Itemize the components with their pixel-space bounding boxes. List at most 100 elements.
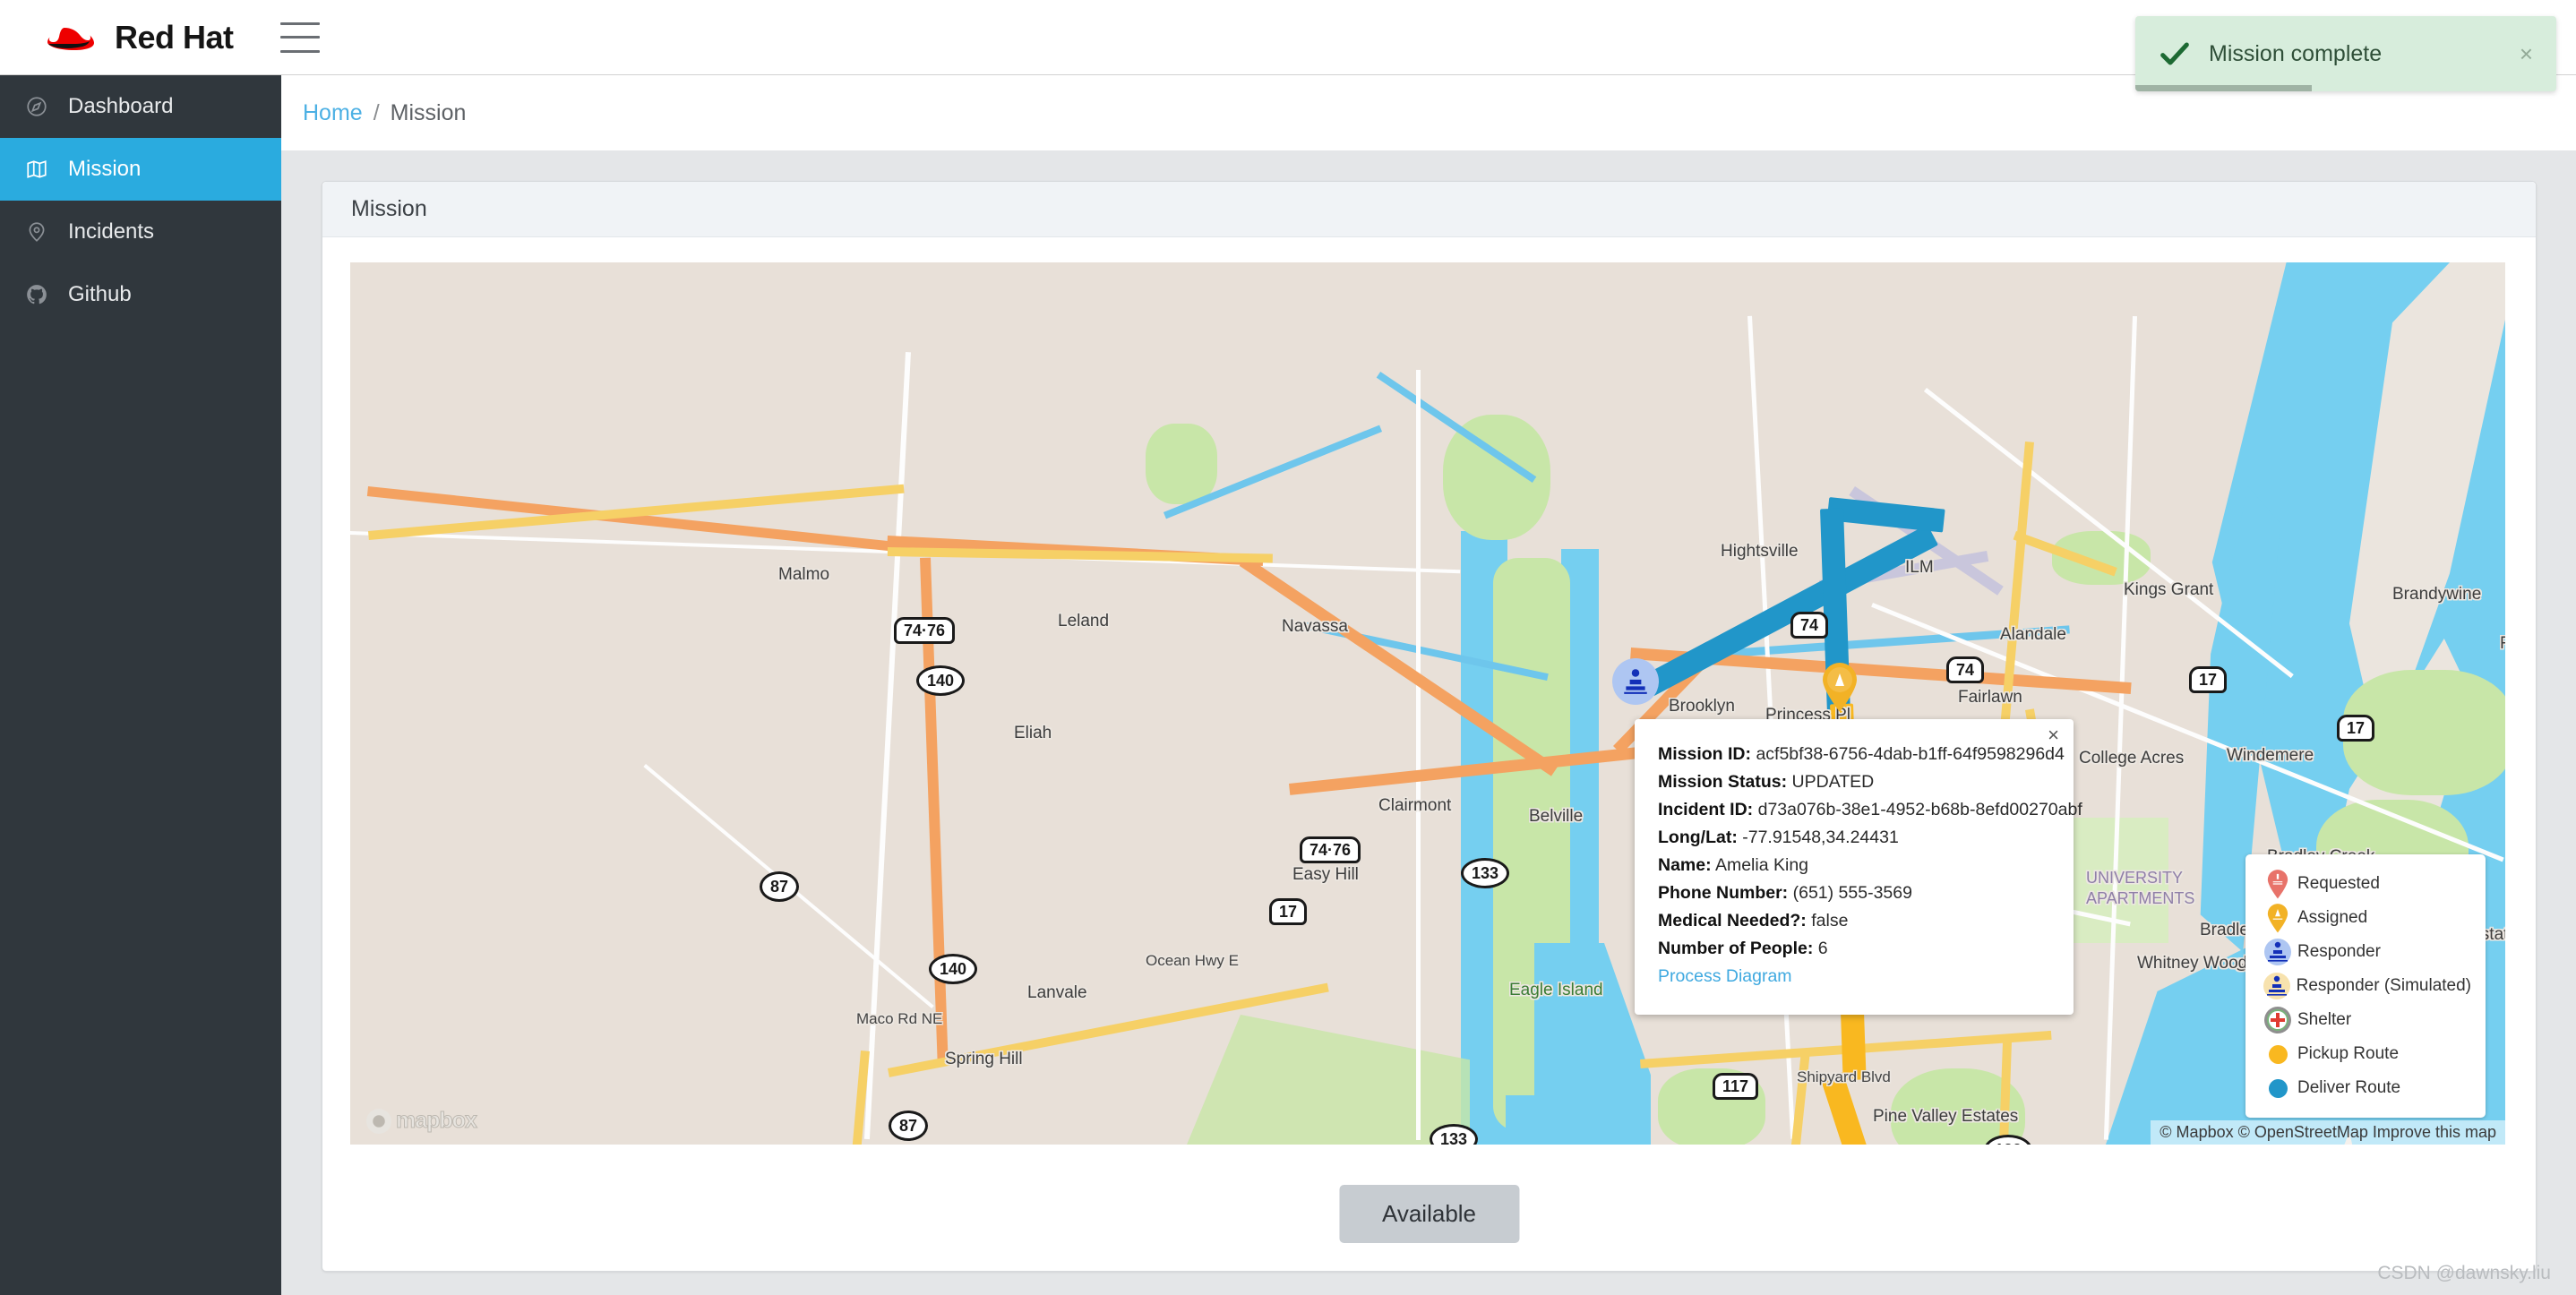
- map-marker-responder[interactable]: [1612, 658, 1659, 705]
- sidebar-item-label: Mission: [68, 157, 142, 181]
- sidebar-item-incidents[interactable]: Incidents: [0, 201, 281, 263]
- breadcrumb-home-link[interactable]: Home: [303, 100, 363, 126]
- map-place-label: College Acres: [2079, 749, 2185, 768]
- check-icon: [2157, 36, 2193, 72]
- map-place-label: Pine Valley Estates: [1873, 1107, 2019, 1126]
- map-river-wide: [1534, 943, 1651, 1145]
- popup-row-value: 6: [1817, 939, 1828, 958]
- popup-row: Medical Needed?: false: [1658, 907, 2050, 935]
- hamburger-menu-icon[interactable]: [279, 21, 320, 53]
- toast-notification: Mission complete ×: [2135, 16, 2556, 91]
- map-place-label: APARTMENTS: [2086, 889, 2195, 907]
- legend-item-assigned: Assigned: [2258, 901, 2471, 935]
- brand-logo[interactable]: Red Hat: [41, 19, 234, 56]
- popup-row: Number of People: 6: [1658, 935, 2050, 963]
- legend-item-responder: Responder: [2258, 935, 2471, 969]
- legend-item-label: Requested: [2297, 874, 2380, 893]
- map-place-label: Malmo: [778, 565, 830, 584]
- github-icon: [25, 283, 63, 306]
- popup-row: Mission Status: UPDATED: [1658, 768, 2050, 796]
- map-green-8: [1183, 1015, 1470, 1145]
- deliver-route-dot-icon: [2258, 1078, 2297, 1098]
- map-road: [1416, 370, 1421, 1140]
- map-place-label: Whitney Woods: [2137, 954, 2256, 973]
- legend-item-label: Shelter: [2297, 1010, 2352, 1029]
- popup-row: Phone Number: (651) 555-3569: [1658, 879, 2050, 907]
- popup-row-value: Amelia King: [1714, 855, 1809, 875]
- mission-detail-popup[interactable]: × Mission ID: acf5bf38-6756-4dab-b1ff-64…: [1635, 719, 2082, 1015]
- map-route-shield: 17: [2337, 715, 2375, 742]
- popup-row-value: d73a076b-38e1-4952-b68b-8efd00270abf: [1757, 800, 2082, 819]
- toast-message: Mission complete: [2209, 40, 2383, 66]
- close-icon[interactable]: ×: [2520, 40, 2533, 68]
- map-highway-yellow: [368, 484, 905, 540]
- map-icon: [25, 158, 63, 181]
- popup-row-value: (651) 555-3569: [1792, 883, 1912, 903]
- map-marker-assigned[interactable]: [1820, 661, 1859, 717]
- map-place-label: UNIVERSITY: [2086, 869, 2184, 887]
- sidebar-item-mission[interactable]: Mission: [0, 138, 281, 201]
- sidebar-item-label: Github: [68, 282, 132, 306]
- popup-row-value: UPDATED: [1791, 772, 1875, 792]
- popup-row-value: false: [1811, 911, 1849, 931]
- responder-icon: [1612, 658, 1659, 705]
- popup-row-label: Name:: [1658, 855, 1712, 875]
- popup-row-label: Mission Status:: [1658, 772, 1788, 792]
- redhat-fedora-logo-icon: [41, 20, 106, 56]
- sidebar: Dashboard Mission Incidents Github: [0, 75, 281, 1295]
- content-area: Home / Mission Mission Malmo Leland Nava…: [281, 75, 2576, 1295]
- breadcrumb-current: Mission: [390, 99, 467, 125]
- toast-progress-bar: [2135, 85, 2313, 91]
- map-route-shield: 17: [1269, 898, 1308, 925]
- map-canvas[interactable]: Malmo Leland Navassa Eliah Clairmont Belville…: [350, 262, 2505, 1145]
- map-road: [2103, 316, 2137, 1140]
- popup-row-label: Medical Needed?:: [1658, 911, 1807, 931]
- map-highway-yellow: [828, 1051, 870, 1145]
- mission-map[interactable]: Malmo Leland Navassa Eliah Clairmont Belville…: [350, 262, 2505, 1145]
- map-route-shield: 74·76: [1300, 836, 1361, 863]
- map-route-shield: 133: [1461, 858, 1510, 888]
- available-button[interactable]: Available: [1338, 1185, 1520, 1243]
- map-route-shield: 74·76: [894, 617, 956, 644]
- sidebar-item-dashboard[interactable]: Dashboard: [0, 75, 281, 138]
- legend-item-label: Responder: [2297, 942, 2381, 961]
- popup-row-label: Mission ID:: [1658, 744, 1752, 764]
- mission-card-title: Mission: [322, 182, 2536, 237]
- map-place-label: Fairlawn: [1958, 688, 2022, 707]
- map-place-label: Eliah: [1014, 724, 1052, 742]
- assigned-pin-icon: [2258, 903, 2297, 933]
- map-place-label: Navassa: [1282, 617, 1348, 636]
- mapbox-logo[interactable]: mapbox: [366, 1108, 477, 1134]
- map-place-label: Leland: [1058, 612, 1110, 630]
- process-diagram-link[interactable]: Process Diagram: [1658, 963, 2050, 991]
- popup-row-label: Incident ID:: [1658, 800, 1754, 819]
- map-place-label: Maco Rd NE: [856, 1010, 943, 1027]
- mapbox-mark-icon: [366, 1108, 391, 1134]
- mission-card: Mission Malmo Leland Navassa Eliah Clair…: [322, 181, 2537, 1272]
- map-route-shield: 117: [1713, 1073, 1759, 1100]
- popup-row: Long/Lat: -77.91548,34.24431: [1658, 824, 2050, 852]
- map-place-label: Windemere: [2227, 746, 2314, 765]
- map-place-label: Brandywine: [2392, 585, 2482, 604]
- popup-row-value: -77.91548,34.24431: [1742, 828, 1899, 847]
- map-attribution[interactable]: © Mapbox © OpenStreetMap Improve this ma…: [2151, 1120, 2505, 1145]
- map-place-label: Shipyard Blvd: [1797, 1068, 1891, 1085]
- map-route-shield: 74: [1790, 612, 1829, 639]
- page-body: Mission Malmo Leland Navassa Eliah Clair…: [281, 150, 2576, 1295]
- map-route-shield: 140: [916, 665, 966, 696]
- responder-sim-icon: [2258, 972, 2297, 1000]
- map-place-label: Easy Hill: [1292, 865, 1359, 884]
- sidebar-item-github[interactable]: Github: [0, 263, 281, 326]
- map-place-label: Falcon Point: [2500, 634, 2505, 653]
- close-icon[interactable]: ×: [2048, 725, 2059, 745]
- map-place-label: Brooklyn: [1669, 697, 1735, 716]
- popup-row: Mission ID: acf5bf38-6756-4dab-b1ff-64f9…: [1658, 741, 2065, 768]
- map-route-shield: 87: [889, 1111, 929, 1141]
- deliver-route-segment: [1826, 497, 1945, 533]
- popup-row-value: acf5bf38-6756-4dab-b1ff-64f9598296d4: [1756, 744, 2065, 764]
- watermark: CSDN @dawnsky.liu: [2377, 1263, 2551, 1283]
- map-route-shield: 17: [2189, 666, 2228, 693]
- map-place-label: Clairmont: [1378, 796, 1452, 815]
- legend-item-requested: Requested: [2258, 867, 2471, 901]
- map-legend: Requested Assigned Responder Responder (…: [2245, 854, 2486, 1118]
